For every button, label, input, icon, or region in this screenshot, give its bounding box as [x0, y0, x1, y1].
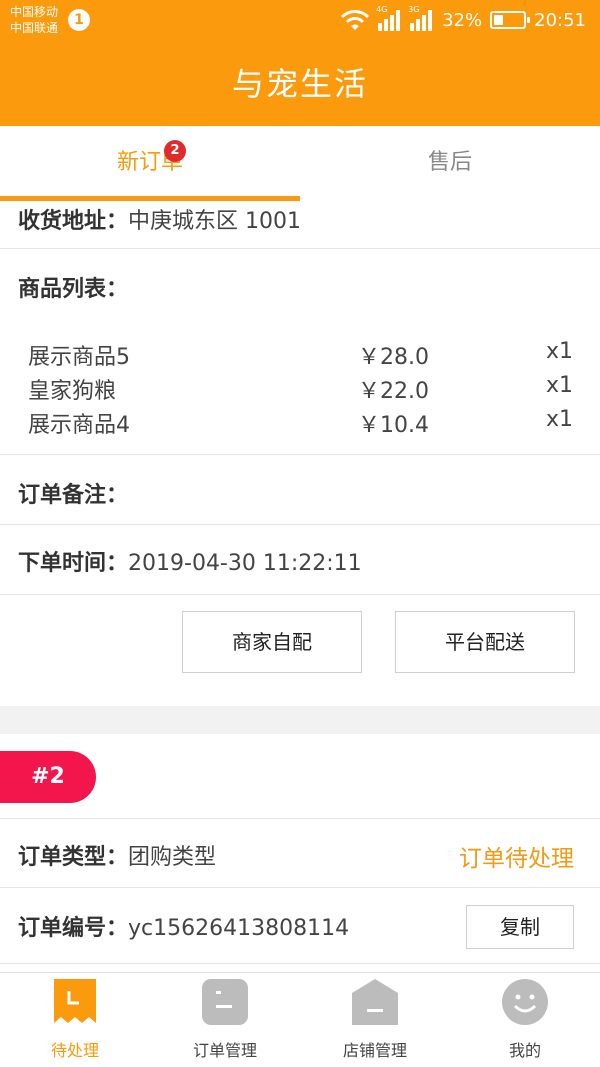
items-label: 商品列表： — [18, 277, 129, 302]
item-price: ￥22.0 — [358, 379, 429, 404]
note-label: 订单备注： — [18, 483, 129, 508]
nav-shop[interactable]: 店铺管理 — [300, 973, 450, 1067]
address-value: 中庚城东区 1001 — [128, 209, 301, 234]
net-4g-label: 4G — [376, 5, 388, 14]
order-type-row: 订单类型：团购类型 订单待处理 — [0, 818, 600, 888]
profile-icon — [502, 979, 548, 1025]
net-3g-label: 3G — [408, 5, 420, 14]
order-card-1: 收货地址：中庚城东区 1001 商品列表： 展示商品5 ￥28.0 x1 皇家狗… — [0, 201, 600, 706]
app-title: 与宠生活 — [231, 65, 368, 103]
tab-bar: 新订单 2 售后 — [0, 126, 600, 202]
item-price: ￥10.4 — [358, 413, 429, 438]
nav-pending-label: 待处理 — [50, 1041, 99, 1060]
signal-3g-icon: 3G — [408, 5, 434, 31]
order-status-text: 订单待处理 — [459, 846, 574, 872]
order-type-value: 团购类型 — [128, 845, 217, 870]
nav-profile[interactable]: 我的 — [450, 973, 600, 1067]
order-time-value: 2019-04-30 11:22:11 — [128, 551, 362, 576]
signal-4g-icon: 4G — [376, 5, 402, 31]
battery-percent: 32% — [442, 9, 483, 31]
merchant-delivery-button[interactable]: 商家自配 — [182, 611, 362, 673]
carrier-2: 中国联通 — [10, 21, 59, 35]
note-row: 订单备注： — [0, 455, 600, 525]
status-bar: 中国移动 中国联通 1 4G 3G 32% 20:51 — [0, 0, 600, 42]
battery-icon — [490, 11, 531, 29]
bottom-nav: 待处理 订单管理 店铺管理 我的 — [0, 972, 600, 1067]
tab-new-orders[interactable]: 新订单 2 — [0, 126, 300, 202]
shop-icon — [352, 979, 398, 1025]
tab-after-sales[interactable]: 售后 — [300, 126, 600, 202]
nav-orders-label: 订单管理 — [192, 1041, 257, 1060]
item-name: 展示商品4 — [28, 413, 130, 438]
items-row: 商品列表： 展示商品5 ￥28.0 x1 皇家狗粮 ￥22.0 x1 展示商品4… — [0, 249, 600, 455]
copy-button[interactable]: 复制 — [466, 905, 574, 949]
address-row: 收货地址：中庚城东区 1001 — [0, 201, 600, 249]
carrier-info: 中国移动 中国联通 — [10, 4, 58, 36]
nav-orders[interactable]: 订单管理 — [150, 973, 300, 1067]
address-label: 收货地址： — [18, 209, 129, 234]
platform-delivery-button[interactable]: 平台配送 — [395, 611, 575, 673]
item-qty: x1 — [546, 407, 574, 432]
order-number-value: yc15626413808114 — [128, 916, 350, 941]
order-number-label: 订单编号： — [18, 916, 129, 941]
app-bar: 与宠生活 — [0, 42, 600, 126]
clock: 20:51 — [534, 9, 586, 31]
item-qty: x1 — [546, 373, 574, 398]
pending-icon — [54, 979, 96, 1023]
order-time-label: 下单时间： — [18, 551, 129, 576]
order-icon — [202, 979, 248, 1025]
order-number-tag: #2 — [0, 751, 96, 803]
item-name: 展示商品5 — [28, 345, 130, 370]
notification-badge: 1 — [68, 9, 90, 31]
item-name: 皇家狗粮 — [28, 379, 117, 404]
order-number-row: 订单编号：yc15626413808114 复制 — [0, 888, 600, 964]
nav-pending[interactable]: 待处理 — [0, 973, 150, 1067]
order-type-label: 订单类型： — [18, 845, 129, 870]
wifi-icon — [341, 10, 370, 30]
nav-shop-label: 店铺管理 — [342, 1041, 407, 1060]
order-time-row: 下单时间：2019-04-30 11:22:11 — [0, 525, 600, 595]
tab-after-sales-label: 售后 — [427, 150, 472, 175]
item-price: ￥28.0 — [358, 345, 429, 370]
new-orders-badge: 2 — [164, 140, 186, 162]
carrier-1: 中国移动 — [10, 5, 59, 19]
item-qty: x1 — [546, 339, 574, 364]
nav-profile-label: 我的 — [508, 1041, 541, 1060]
